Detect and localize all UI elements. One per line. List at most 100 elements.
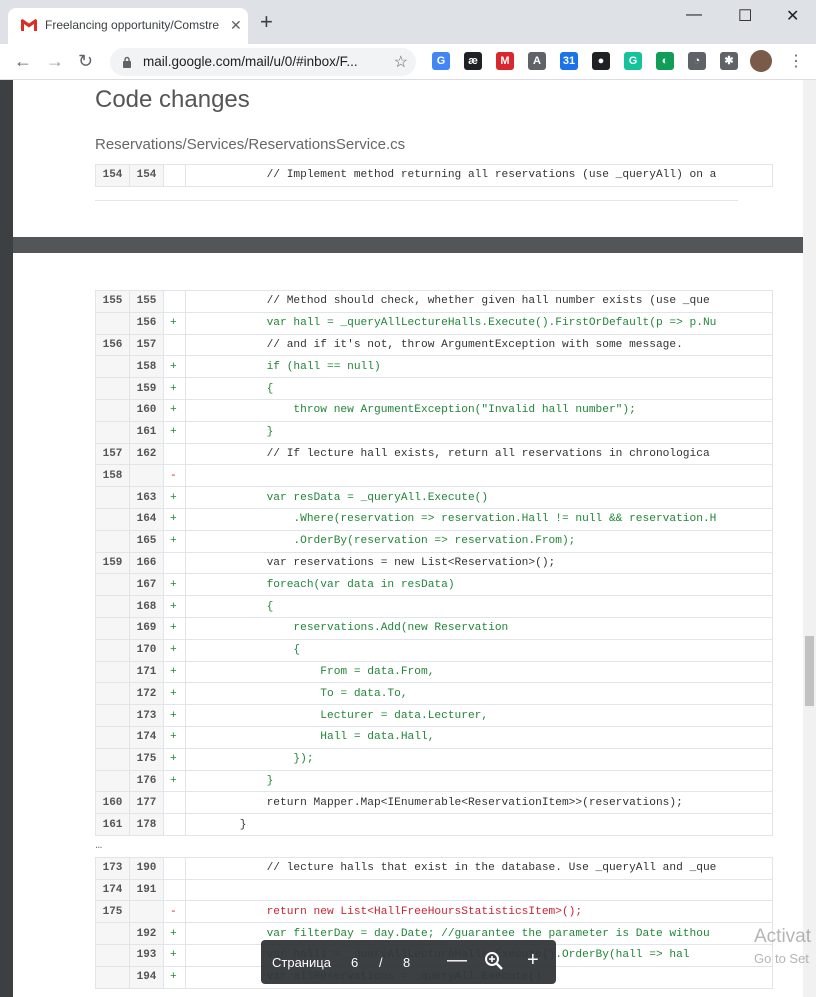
translate-icon[interactable]: G bbox=[432, 52, 450, 70]
reload-button[interactable]: ↻ bbox=[78, 52, 93, 70]
scrollbar[interactable] bbox=[803, 80, 816, 997]
code-line: { bbox=[185, 638, 773, 662]
code-line: foreach(var data in resData) bbox=[185, 573, 773, 597]
old-line-number bbox=[95, 638, 130, 662]
diff-marker bbox=[163, 791, 186, 815]
new-line-number: 169 bbox=[129, 616, 164, 640]
code-line: // and if it's not, throw ArgumentExcept… bbox=[185, 333, 773, 357]
diff-row: 160 177 return Mapper.Map<IEnumerable<Res… bbox=[95, 791, 773, 815]
new-line-number: 157 bbox=[129, 333, 164, 357]
diff-row: 176 + } bbox=[95, 769, 773, 793]
new-line-number: 155 bbox=[129, 290, 164, 313]
file-name: Reservations/Services/ReservationsServic… bbox=[95, 136, 406, 153]
diff-row: 159 + { bbox=[95, 377, 773, 400]
diff-marker: + bbox=[163, 943, 186, 967]
grammarly-icon[interactable]: G bbox=[624, 52, 642, 70]
scrollbar-thumb[interactable] bbox=[805, 636, 814, 706]
minimize-button[interactable]: — bbox=[686, 6, 702, 24]
new-line-number: 167 bbox=[129, 573, 164, 597]
diff-row: 173 + Lecturer = data.Lecturer, bbox=[95, 704, 773, 727]
code-line: { bbox=[185, 377, 773, 400]
old-line-number bbox=[95, 747, 130, 771]
diff-marker: + bbox=[163, 573, 186, 597]
gmail-icon bbox=[20, 18, 38, 34]
old-line-number bbox=[95, 922, 130, 945]
zoom-in-button[interactable]: + bbox=[527, 950, 539, 970]
puzzle-icon[interactable]: ✱ bbox=[720, 52, 738, 70]
menu-icon[interactable]: ⋮ bbox=[788, 51, 804, 71]
bookmark-star-icon[interactable]: ☆ bbox=[394, 52, 408, 72]
diff-marker: + bbox=[163, 377, 186, 400]
close-window-button[interactable]: ✕ bbox=[786, 6, 799, 26]
new-line-number: 171 bbox=[129, 660, 164, 684]
diff-marker bbox=[163, 442, 186, 466]
diff-row: 165 + .OrderBy(reservation => reservation… bbox=[95, 529, 773, 553]
old-line-number bbox=[95, 311, 130, 335]
diff-row: 156 + var hall = _queryAllLectureHalls.Ex… bbox=[95, 311, 773, 335]
code-line: .OrderBy(reservation => reservation.From… bbox=[185, 529, 773, 553]
old-line-number bbox=[95, 704, 130, 727]
tab-active[interactable]: Freelancing opportunity/Comstre ✕ bbox=[8, 8, 248, 44]
loop-icon[interactable]: ◔ bbox=[688, 52, 706, 70]
activation-watermark: Activat bbox=[754, 926, 812, 947]
tab-close-icon[interactable]: ✕ bbox=[230, 17, 242, 34]
diff-row: 175 + }); bbox=[95, 747, 773, 771]
shield-dark-icon[interactable]: ● bbox=[592, 52, 610, 70]
translate-alt-icon[interactable]: A bbox=[528, 52, 546, 70]
diff-row: 168 + { bbox=[95, 595, 773, 618]
forward-button[interactable]: → bbox=[46, 52, 64, 70]
new-tab-button[interactable]: + bbox=[260, 11, 273, 33]
left-edge bbox=[0, 80, 13, 997]
code-line: Hall = data.Hall, bbox=[185, 725, 773, 749]
back-button[interactable]: ← bbox=[14, 52, 32, 70]
new-line-number: 194 bbox=[129, 965, 164, 989]
calendar-icon[interactable]: 31 bbox=[560, 52, 578, 70]
code-line: throw new ArgumentException("Invalid hal… bbox=[185, 398, 773, 422]
maximize-button[interactable]: ☐ bbox=[738, 6, 752, 26]
address-bar[interactable]: mail.google.com/mail/u/0/#inbox/F... ☆ bbox=[110, 48, 416, 76]
zoom-out-button[interactable]: — bbox=[447, 950, 467, 970]
divider bbox=[95, 200, 738, 201]
new-line-number: 168 bbox=[129, 595, 164, 618]
total-pages: 8 bbox=[403, 955, 411, 970]
diff-marker: - bbox=[163, 900, 186, 924]
new-line-number: 170 bbox=[129, 638, 164, 662]
zoom-icon[interactable] bbox=[484, 951, 504, 975]
diff-marker bbox=[163, 813, 186, 836]
page-label: Страница bbox=[272, 955, 331, 970]
code-line: // Method should check, whether given ha… bbox=[185, 290, 773, 313]
current-page-input[interactable]: 6 bbox=[351, 955, 358, 970]
avatar[interactable] bbox=[750, 50, 772, 72]
code-line: To = data.To, bbox=[185, 682, 773, 706]
diff-row: 161 + } bbox=[95, 420, 773, 444]
ae-icon[interactable]: æ bbox=[464, 52, 482, 70]
edge-icon[interactable]: ◐ bbox=[656, 52, 674, 70]
diff-marker: + bbox=[163, 311, 186, 335]
new-line-number: 173 bbox=[129, 704, 164, 727]
code-line: return new List<HallFreeHoursStatisticsI… bbox=[185, 900, 773, 924]
old-line-number: 161 bbox=[95, 813, 130, 836]
old-line-number bbox=[95, 398, 130, 422]
browser-toolbar: ← → ↻ mail.google.com/mail/u/0/#inbox/F.… bbox=[0, 44, 816, 80]
pdf-page: Code changes Reservations/Services/Reser… bbox=[13, 80, 803, 237]
new-line-number: 175 bbox=[129, 747, 164, 771]
code-line: } bbox=[185, 813, 773, 836]
diff-marker bbox=[163, 290, 186, 313]
pdf-page-toolbar: Страница 6 / 8 — + bbox=[261, 940, 556, 984]
diff-marker: + bbox=[163, 965, 186, 989]
old-line-number bbox=[95, 660, 130, 684]
new-line-number: 156 bbox=[129, 311, 164, 335]
diff-marker: + bbox=[163, 616, 186, 640]
mega-icon[interactable]: M bbox=[496, 52, 514, 70]
new-line-number: 192 bbox=[129, 922, 164, 945]
old-line-number: 158 bbox=[95, 464, 130, 488]
diff-marker bbox=[163, 164, 186, 187]
activation-watermark-sub: Go to Set bbox=[754, 951, 809, 966]
old-line-number: 160 bbox=[95, 791, 130, 815]
diff-row: 158 + if (hall == null) bbox=[95, 355, 773, 379]
hidden-lines-ellipsis[interactable]: … bbox=[96, 835, 773, 857]
diff-row: 174 + Hall = data.Hall, bbox=[95, 725, 773, 749]
diff-marker: + bbox=[163, 769, 186, 793]
diff-marker bbox=[163, 878, 186, 902]
new-line-number: 162 bbox=[129, 442, 164, 466]
